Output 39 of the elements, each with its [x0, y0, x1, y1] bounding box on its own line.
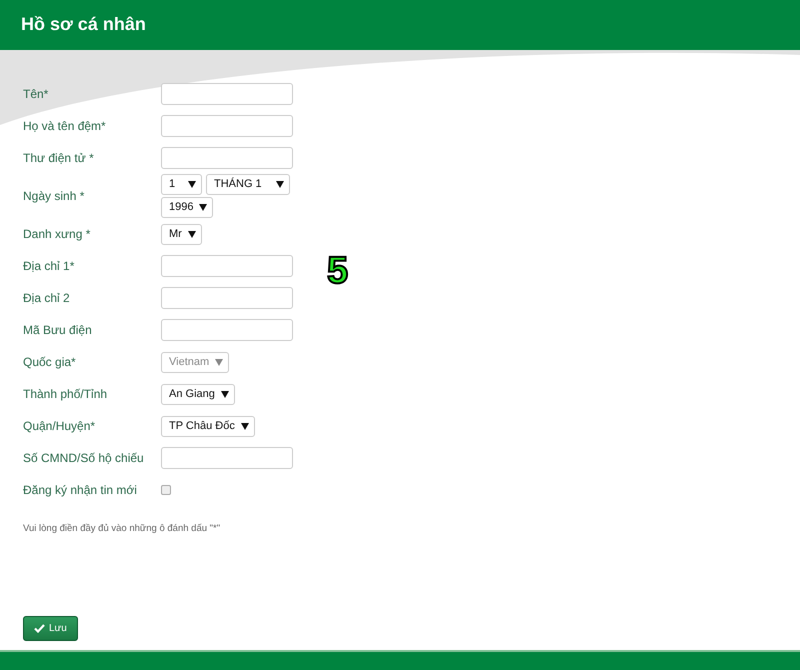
text-field[interactable] [161, 115, 293, 137]
dropdown[interactable]: 1996 [161, 197, 214, 218]
caret-icon [188, 230, 196, 238]
field-label: Thư điện tử * [23, 150, 95, 167]
field-label: Địa chỉ 1* [23, 258, 76, 275]
field-label: Số CMND/Số hộ chiếu [23, 450, 145, 467]
field-label: Tên* [23, 86, 50, 103]
caret-icon [220, 390, 229, 398]
page-title: Hồ sơ cá nhân [21, 14, 146, 36]
text-field[interactable] [161, 83, 293, 105]
save-button[interactable]: Lưu [23, 616, 78, 642]
checkbox[interactable] [161, 485, 171, 495]
step-number: 5 [327, 252, 348, 290]
caret-icon [199, 204, 208, 211]
text-field[interactable] [161, 319, 293, 341]
caret-icon [276, 181, 284, 188]
checkmark-icon [34, 624, 45, 634]
field-label: Họ và tên đệm* [23, 118, 107, 135]
dropdown[interactable]: THÁNG 1 [206, 174, 290, 195]
dropdown[interactable]: TP Châu Đốc [161, 416, 255, 436]
field-label: Mã Bưu điện [23, 322, 93, 339]
dropdown[interactable]: Mr [161, 224, 202, 244]
text-field[interactable] [161, 147, 293, 169]
text-field[interactable] [161, 255, 293, 277]
form-note: Vui lòng điền đầy đủ vào những ô đánh dấu "*" [23, 522, 222, 536]
field-label: Thành phố/Tỉnh [23, 386, 108, 403]
text-field[interactable] [161, 287, 293, 309]
field-label: Danh xưng * [23, 226, 92, 243]
field-label: Địa chỉ 2 [23, 290, 71, 307]
field-label: Quốc gia* [23, 354, 77, 371]
caret-icon [188, 181, 196, 188]
caret-icon [240, 422, 249, 430]
field-label: Ngày sinh * [23, 188, 86, 205]
dropdown[interactable]: An Giang [161, 384, 235, 404]
field-label: Quận/Huyện* [23, 418, 96, 435]
dropdown[interactable]: 1 [161, 174, 202, 195]
field-label: Đăng ký nhận tin mới [23, 482, 138, 499]
caret-icon [215, 358, 224, 366]
text-field[interactable] [161, 447, 293, 469]
